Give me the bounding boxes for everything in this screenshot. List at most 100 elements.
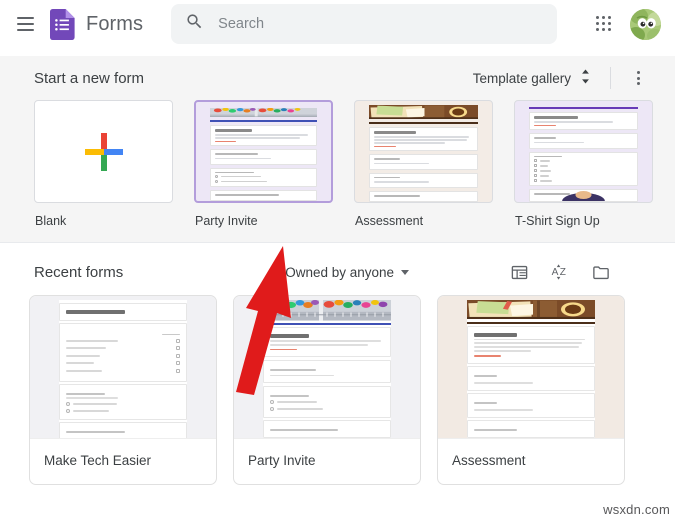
apps-grid-icon[interactable] [589,9,619,39]
search-icon [185,12,204,36]
sort-az-icon[interactable]: A Z [548,260,572,284]
form-preview [59,300,187,438]
preview-question-card [263,385,391,418]
form-accent-bar [529,107,638,109]
recent-form-thumbnail [234,296,420,438]
template-preview [355,101,492,202]
owner-filter-label: Owned by anyone [285,264,395,280]
template-gallery-label: Template gallery [472,70,571,86]
recent-view-actions: A Z [507,260,651,284]
recent-form-footer: Make Tech Easier [30,438,216,484]
folder-icon[interactable] [589,260,613,284]
template-gallery-button[interactable]: Template gallery [471,64,594,92]
svg-text:Z: Z [559,267,565,278]
desk-photo [467,300,595,320]
user-avatar[interactable] [630,8,661,40]
recent-form-thumbnail [30,296,216,438]
new-form-header-actions: Template gallery [471,64,651,92]
recent-form-card-make-tech-easier[interactable]: Make Tech Easier [29,295,217,485]
template-card-tshirt-sign-up[interactable]: T-Shirt Sign Up [514,100,653,228]
preview-question-card [529,189,638,202]
recent-forms-title: Recent forms [34,263,124,281]
template-thumbnail [34,100,173,203]
preview-header-card [210,124,317,146]
preview-question-card [369,154,478,170]
topbar-actions [589,8,663,40]
template-label: Blank [35,214,67,228]
preview-question-card [210,190,317,201]
preview-header-card [59,302,187,321]
recent-form-card-party-invite[interactable]: Party Invite [233,295,421,485]
caret-down-icon [401,269,410,275]
template-list: Blank Party Invite Assessment T-Shirt Si… [0,100,675,228]
template-label: T-Shirt Sign Up [515,214,600,228]
preview-grid-card [59,323,187,382]
forms-brand[interactable]: Forms [50,8,144,40]
preview-question-card [529,151,638,187]
recent-form-title: Party Invite [248,453,316,468]
preview-question-card [529,133,638,149]
preview-header-card [369,126,478,151]
recent-forms-header: Recent forms Owned by anyone A Z [0,249,675,295]
top-app-bar: Forms [0,0,675,48]
recent-forms-section: Recent forms Owned by anyone A Z Make Te… [0,243,675,485]
template-thumbnail [354,100,493,203]
form-accent-bar [467,321,595,324]
preview-question-card [467,420,595,438]
app-title: Forms [86,12,144,35]
owner-filter-dropdown[interactable]: Owned by anyone [285,264,410,280]
desk-photo [369,105,478,120]
google-forms-logo-icon [50,8,75,40]
page-title: Start a new form [34,69,145,87]
preview-question-card [467,366,595,391]
preview-question-card [369,191,478,202]
hamburger-menu-icon[interactable] [10,9,40,39]
watermark: wsxdn.com [603,502,670,517]
recent-form-thumbnail [438,296,624,438]
start-new-form-section: Start a new form Template gallery Blank … [0,56,675,243]
form-preview [467,300,595,438]
template-card-assessment[interactable]: Assessment [354,100,493,228]
preview-question-card [369,172,478,188]
template-preview [515,101,652,202]
form-accent-bar [263,323,391,325]
recent-form-card-assessment[interactable]: Assessment [437,295,625,485]
preview-question-card [263,420,391,438]
preview-header-card [467,326,595,364]
template-label: Party Invite [195,214,258,228]
chevron-up-down-icon [579,68,592,88]
list-view-icon[interactable] [507,260,531,284]
balloons-photo [263,300,391,321]
search-input[interactable] [218,4,544,44]
blank-plus-icon [35,101,172,202]
form-accent-bar [369,122,478,124]
preview-header-card [529,111,638,131]
template-card-party-invite[interactable]: Party Invite [194,100,333,228]
preview-question-card [210,149,317,165]
balloons-photo [210,106,317,118]
recent-forms-list: Make Tech Easier Party Invite Assessment [0,295,675,485]
recent-form-footer: Party Invite [234,438,420,484]
template-thumbnail [514,100,653,203]
header-divider [610,67,611,89]
preview-question-card [263,359,391,384]
preview-header-card [263,327,391,358]
preview-question-card [59,384,187,420]
template-label: Assessment [355,214,424,228]
recent-form-title: Make Tech Easier [44,453,152,468]
more-vertical-icon[interactable] [625,65,651,91]
preview-question-card [210,167,317,187]
google-forms-home: Forms Search Start a new form Template g… [0,0,675,520]
new-form-header: Start a new form Template gallery [0,56,675,100]
preview-question-card [59,422,187,438]
search-bar[interactable] [171,4,558,44]
preview-question-card [467,393,595,418]
recent-form-title: Assessment [452,453,526,468]
form-preview [263,300,391,438]
recent-form-footer: Assessment [438,438,624,484]
template-card-blank[interactable]: Blank [34,100,173,228]
template-thumbnail [194,100,333,203]
form-accent-bar [210,120,317,122]
svg-text:A: A [551,267,558,278]
template-preview [196,102,331,201]
